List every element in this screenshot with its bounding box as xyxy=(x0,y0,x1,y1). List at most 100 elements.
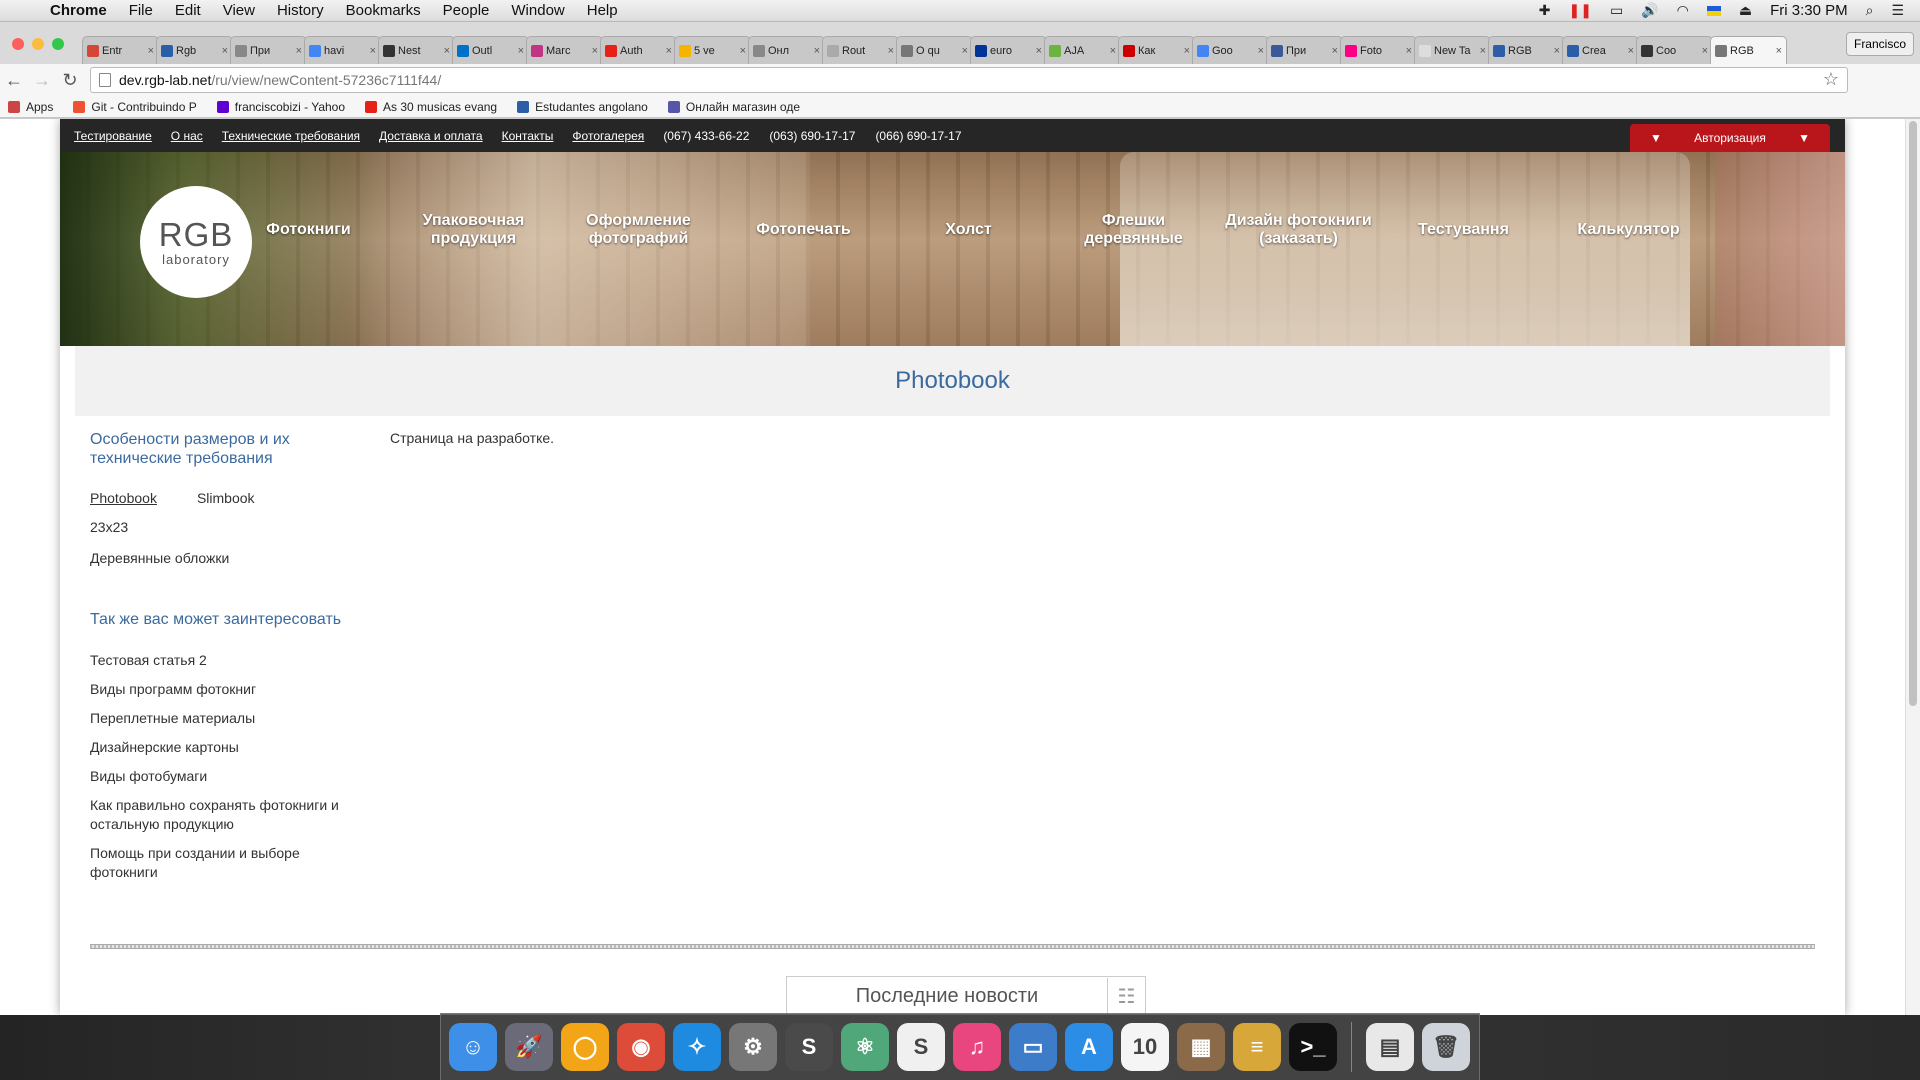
related-link[interactable]: Помощь при создании и выборе фотокниги xyxy=(90,844,360,882)
nav-packaging[interactable]: Упаковочная продукция xyxy=(391,200,556,260)
tab-close-icon[interactable]: × xyxy=(370,45,376,57)
browser-tab[interactable]: AJA × xyxy=(1044,36,1121,64)
tab-close-icon[interactable]: × xyxy=(148,45,154,57)
browser-tab[interactable]: New Ta × xyxy=(1414,36,1491,64)
menu-view[interactable]: View xyxy=(223,2,255,19)
tab-close-icon[interactable]: × xyxy=(1036,45,1042,57)
tab-close-icon[interactable]: × xyxy=(1110,45,1116,57)
browser-tab[interactable]: Nest × xyxy=(378,36,455,64)
bookmark-item[interactable]: franciscobizi - Yahoo xyxy=(216,100,345,114)
browser-tab[interactable]: Marc × xyxy=(526,36,603,64)
bookmark-item[interactable]: Онлайн магазин оде xyxy=(667,100,800,114)
browser-tab[interactable]: Rgb × xyxy=(156,36,233,64)
browser-tab[interactable]: Entr × xyxy=(82,36,159,64)
related-link[interactable]: Переплетные материалы xyxy=(90,709,360,728)
menu-history[interactable]: History xyxy=(277,2,324,19)
tab-close-icon[interactable]: × xyxy=(814,45,820,57)
size-tab-photobook[interactable]: Photobook xyxy=(90,490,157,506)
spotlight-search-icon[interactable]: ⌕ xyxy=(1866,2,1874,19)
trash-icon[interactable]: 🗑 xyxy=(1422,1023,1470,1071)
tab-close-icon[interactable]: × xyxy=(740,45,746,57)
toplink-delivery[interactable]: Доставка и оплата xyxy=(379,129,483,143)
tab-close-icon[interactable]: × xyxy=(1702,45,1708,57)
pause-status-icon[interactable]: ❚❚ xyxy=(1568,2,1591,19)
browser-tab[interactable]: О qu × xyxy=(896,36,973,64)
browser-tab[interactable]: Auth × xyxy=(600,36,677,64)
profile-button[interactable]: Francisco xyxy=(1846,32,1914,56)
launchpad-icon[interactable]: 🚀 xyxy=(505,1023,553,1071)
minimize-window-icon[interactable] xyxy=(32,38,44,50)
browser-tab[interactable]: Rout × xyxy=(822,36,899,64)
browser-tab[interactable]: Outl × xyxy=(452,36,529,64)
bookmark-star-icon[interactable]: ☆ xyxy=(1823,69,1839,90)
list-view-icon[interactable]: ☷ xyxy=(1107,977,1145,1015)
address-bar[interactable]: dev.rgb-lab.net/ru/view/newContent-57236… xyxy=(90,67,1848,93)
bookmark-item[interactable]: Apps xyxy=(8,100,53,114)
tab-close-icon[interactable]: × xyxy=(296,45,302,57)
browser-tab[interactable]: RGB × xyxy=(1488,36,1565,64)
browser-tab[interactable]: Онл × xyxy=(748,36,825,64)
menu-clock[interactable]: Fri 3:30 PM xyxy=(1770,2,1848,19)
toplink-testing[interactable]: Тестирование xyxy=(74,129,152,143)
browser-tab[interactable]: havi × xyxy=(304,36,381,64)
menu-bookmarks[interactable]: Bookmarks xyxy=(346,2,421,19)
zoom-window-icon[interactable] xyxy=(52,38,64,50)
calculator-icon[interactable]: ▦ xyxy=(1177,1023,1225,1071)
browser-tab[interactable]: При × xyxy=(1266,36,1343,64)
menu-file[interactable]: File xyxy=(129,2,153,19)
keyboard-flag-icon[interactable] xyxy=(1706,5,1721,16)
menu-people[interactable]: People xyxy=(443,2,490,19)
sidebar-link-23x23[interactable]: 23x23 xyxy=(90,518,360,537)
tab-close-icon[interactable]: × xyxy=(1258,45,1264,57)
news-title[interactable]: Последние новости xyxy=(787,985,1107,1008)
atom-icon[interactable]: ⚛ xyxy=(841,1023,889,1071)
browser-tab[interactable]: 5 ve × xyxy=(674,36,751,64)
tab-close-icon[interactable]: × xyxy=(1554,45,1560,57)
tab-close-icon[interactable]: × xyxy=(444,45,450,57)
menu-help[interactable]: Help xyxy=(587,2,618,19)
terminal-icon[interactable]: >_ xyxy=(1289,1023,1337,1071)
chrome-icon[interactable]: ◉ xyxy=(617,1023,665,1071)
wifi-icon[interactable]: ◠ xyxy=(1677,2,1689,19)
app-store-icon[interactable]: A xyxy=(1065,1023,1113,1071)
tab-close-icon[interactable]: × xyxy=(1332,45,1338,57)
browser-tab[interactable]: Foto × xyxy=(1340,36,1417,64)
browser-tab[interactable]: Coo × xyxy=(1636,36,1713,64)
airplay-icon[interactable]: ▭ xyxy=(1610,2,1623,19)
page-icon[interactable] xyxy=(99,73,111,87)
tab-close-icon[interactable]: × xyxy=(962,45,968,57)
nav-photobook-design[interactable]: Дизайн фотокниги (заказать) xyxy=(1216,200,1381,260)
sublime-text-icon[interactable]: S xyxy=(785,1023,833,1071)
sequel-pro-icon[interactable]: ≡ xyxy=(1233,1023,1281,1071)
tab-close-icon[interactable]: × xyxy=(888,45,894,57)
related-link[interactable]: Виды фотобумаги xyxy=(90,767,360,786)
tab-close-icon[interactable]: × xyxy=(1406,45,1412,57)
browser-tab[interactable]: Как × xyxy=(1118,36,1195,64)
browser-tab[interactable]: euro × xyxy=(970,36,1047,64)
nav-photo-printing[interactable]: Фотопечать xyxy=(721,200,886,260)
scrollbar-thumb[interactable] xyxy=(1909,121,1917,706)
itunes-icon[interactable]: ♫ xyxy=(953,1023,1001,1071)
nav-calculator[interactable]: Калькулятор xyxy=(1546,200,1711,260)
volume-icon[interactable]: 🔊 xyxy=(1641,2,1658,19)
chrome-canary-icon[interactable]: ◯ xyxy=(561,1023,609,1071)
bookmark-item[interactable]: As 30 musicas evang xyxy=(365,100,497,114)
browser-tab[interactable]: RGB × xyxy=(1710,36,1787,64)
calendar-icon[interactable]: 10 xyxy=(1121,1023,1169,1071)
tab-close-icon[interactable]: × xyxy=(518,45,524,57)
menu-edit[interactable]: Edit xyxy=(175,2,201,19)
nav-canvas[interactable]: Холст xyxy=(886,200,1051,260)
safari-icon[interactable]: ✧ xyxy=(673,1023,721,1071)
tab-close-icon[interactable]: × xyxy=(222,45,228,57)
system-preferences-icon[interactable]: ⚙ xyxy=(729,1023,777,1071)
toplink-gallery[interactable]: Фотогалерея xyxy=(572,129,644,143)
browser-tab[interactable]: Crea × xyxy=(1562,36,1639,64)
notification-center-icon[interactable]: ☰ xyxy=(1891,2,1904,19)
nav-testing[interactable]: Тестування xyxy=(1381,200,1546,260)
nav-wooden-flash-drives[interactable]: Флешки деревянные xyxy=(1051,200,1216,260)
tab-close-icon[interactable]: × xyxy=(1628,45,1634,57)
related-link[interactable]: Виды программ фотокниг xyxy=(90,680,360,699)
downloads-icon[interactable]: ▤ xyxy=(1366,1023,1414,1071)
toplink-tech-requirements[interactable]: Технические требования xyxy=(222,129,360,143)
remote-desktop-icon[interactable]: ▭ xyxy=(1009,1023,1057,1071)
